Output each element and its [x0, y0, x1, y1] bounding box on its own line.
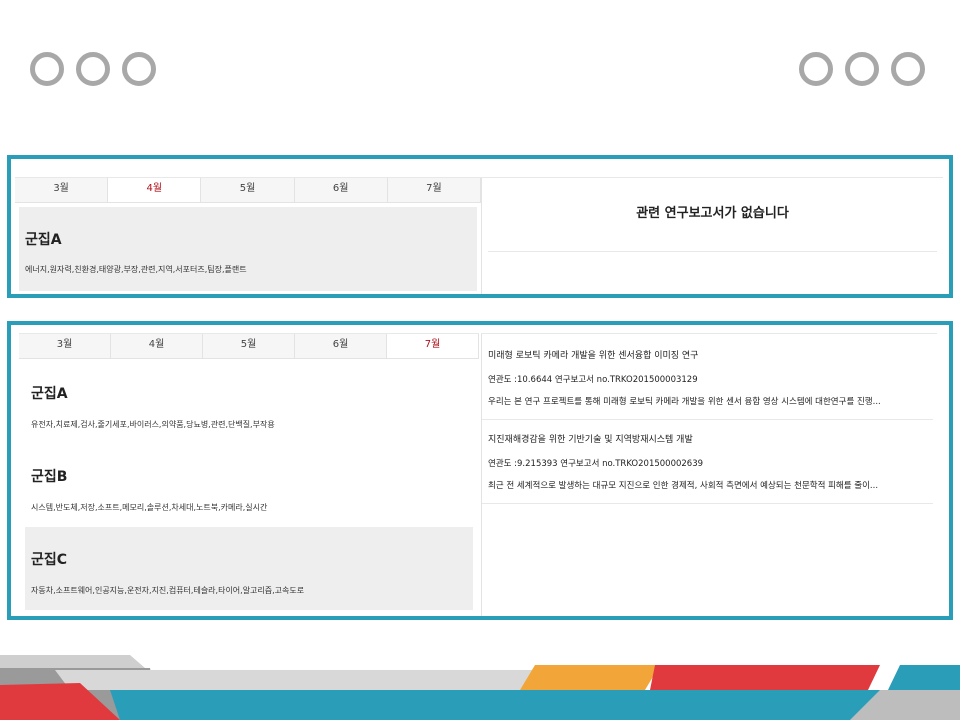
report-item[interactable]: 미래형 로보틱 카메라 개발을 위한 센서융합 이미징 연구 연관도 :10.6…	[482, 334, 933, 420]
stripe-teal	[110, 690, 960, 720]
cluster-item[interactable]: 군집B 시스템,반도체,저장,소프트,메모리,솔루션,차세대,노트북,카메라,실…	[25, 444, 473, 527]
tab-may[interactable]: 5월	[203, 334, 295, 358]
stripe-red-left	[0, 683, 120, 720]
decor-circle	[845, 52, 879, 86]
cluster-keywords: 에너지,원자력,친환경,태양광,부장,관련,지역,서포터즈,팀장,플랜트	[25, 265, 247, 274]
decor-circle	[30, 52, 64, 86]
decor-circle	[799, 52, 833, 86]
cluster-panel-july: 3월 4월 5월 6월 7월 군집A 유전자,치료제,검사,줄기세포,바이러스,…	[7, 321, 953, 620]
tab-july[interactable]: 7월	[387, 334, 479, 358]
report-pane: 관련 연구보고서가 없습니다	[481, 177, 943, 294]
report-title[interactable]: 지진재해경감을 위한 기반기술 및 지역방재시스템 개발	[488, 420, 927, 445]
report-description: 최근 전 세계적으로 발생하는 대규모 지진으로 인한 경제적, 사회적 측면에…	[488, 481, 879, 491]
cluster-panel-april: 3월 4월 5월 6월 7월 군집A 에너지,원자력,친환경,태양광,부장,관련…	[7, 155, 953, 298]
cluster-keywords: 자동차,소프트웨어,인공지능,운전자,지진,컴퓨터,테슬라,타이어,알고리즘,고…	[31, 586, 305, 595]
decor-circle	[122, 52, 156, 86]
cluster-pane: 3월 4월 5월 6월 7월 군집A 유전자,치료제,검사,줄기세포,바이러스,…	[19, 325, 479, 616]
stripe-teal-corner	[888, 665, 960, 690]
decor-circles-left	[30, 52, 156, 86]
tab-june[interactable]: 6월	[295, 334, 387, 358]
cluster-item[interactable]: 군집C 자동차,소프트웨어,인공지능,운전자,지진,컴퓨터,테슬라,타이어,알고…	[25, 527, 473, 610]
tab-april[interactable]: 4월	[111, 334, 203, 358]
report-description: 우리는 본 연구 프로젝트를 통해 미래형 로보틱 카메라 개발을 위한 센서 …	[488, 397, 881, 407]
report-title[interactable]: 미래형 로보틱 카메라 개발을 위한 센서융합 이미징 연구	[488, 334, 927, 361]
tab-june[interactable]: 6월	[294, 178, 388, 202]
stripe-orange	[520, 665, 660, 690]
cluster-title: 군집B	[31, 469, 68, 485]
cluster-list: 군집A 유전자,치료제,검사,줄기세포,바이러스,의약품,당뇨병,관련,단백질,…	[19, 361, 479, 610]
stripe-gray-dark	[0, 668, 160, 720]
tab-april[interactable]: 4월	[108, 178, 202, 202]
decor-circle	[891, 52, 925, 86]
report-meta: 연관도 :10.6644 연구보고서 no.TRKO201500003129	[488, 375, 698, 385]
decor-circle	[76, 52, 110, 86]
stripe-red-right	[650, 665, 880, 690]
tab-march[interactable]: 3월	[19, 334, 111, 358]
month-tabs: 3월 4월 5월 6월 7월	[19, 333, 479, 359]
tab-march[interactable]: 3월	[15, 178, 109, 202]
report-meta: 연관도 :9.215393 연구보고서 no.TRKO201500002639	[488, 459, 704, 469]
cluster-keywords: 시스템,반도체,저장,소프트,메모리,솔루션,차세대,노트북,카메라,실시간	[31, 503, 268, 512]
stripe-gray-light	[0, 655, 145, 668]
cluster-pane: 3월 4월 5월 6월 7월 군집A 에너지,원자력,친환경,태양광,부장,관련…	[15, 159, 482, 294]
cluster-keywords: 유전자,치료제,검사,줄기세포,바이러스,의약품,당뇨병,관련,단백질,부작용	[31, 420, 275, 429]
cluster-list: 군집A 에너지,원자력,친환경,태양광,부장,관련,지역,서포터즈,팀장,플랜트	[15, 203, 481, 291]
decor-circles-right	[799, 52, 925, 86]
cluster-item[interactable]: 군집A 유전자,치료제,검사,줄기세포,바이러스,의약품,당뇨병,관련,단백질,…	[25, 361, 473, 444]
cluster-title: 군집C	[31, 552, 68, 568]
cluster-title: 군집A	[25, 232, 62, 248]
cluster-title: 군집A	[31, 386, 68, 402]
cluster-item[interactable]: 군집A 에너지,원자력,친환경,태양광,부장,관련,지역,서포터즈,팀장,플랜트	[19, 207, 477, 291]
report-item[interactable]: 지진재해경감을 위한 기반기술 및 지역방재시스템 개발 연관도 :9.2153…	[482, 420, 933, 504]
month-tabs: 3월 4월 5월 6월 7월	[15, 177, 482, 203]
no-reports-message: 관련 연구보고서가 없습니다	[488, 202, 937, 252]
stripe-gray-corner	[850, 690, 960, 720]
stripe-gray-mid	[55, 670, 540, 690]
report-pane: 미래형 로보틱 카메라 개발을 위한 센서융합 이미징 연구 연관도 :10.6…	[481, 333, 937, 616]
tab-july[interactable]: 7월	[387, 178, 482, 202]
tab-may[interactable]: 5월	[201, 178, 295, 202]
